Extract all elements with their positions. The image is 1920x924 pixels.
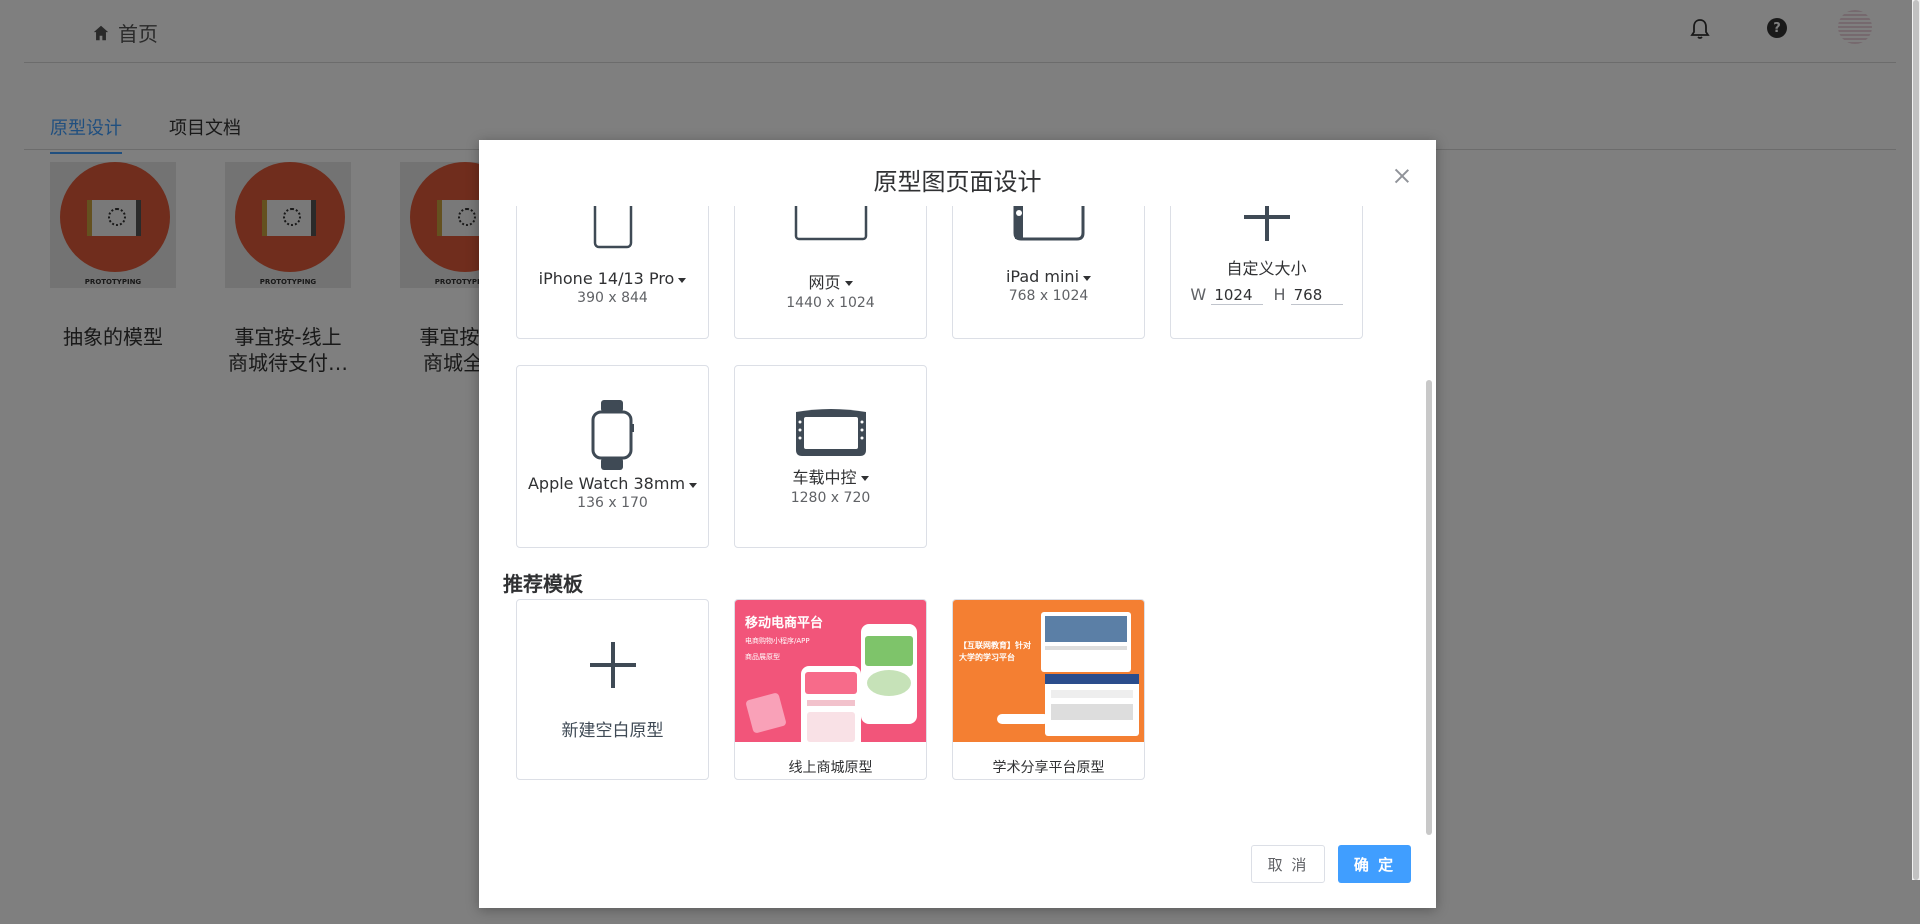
phone-mockup (801, 666, 861, 742)
confirm-button[interactable]: 确 定 (1338, 845, 1411, 883)
dialog-scrollbar[interactable] (1426, 380, 1432, 835)
device-name: 自定义大小 (1226, 259, 1307, 278)
custom-size-inputs: W 1024 H 768 (1171, 285, 1362, 305)
banner-title: 移动电商平台 (745, 616, 824, 631)
device-card-car[interactable]: 车载中控 1280 x 720 (734, 365, 927, 548)
banner-subtitle: 大学的学习平台 (959, 653, 1015, 662)
template-preview: 移动电商平台 电商购物小程序/APP 商品展原型 (735, 600, 926, 742)
chevron-down-icon[interactable] (860, 475, 869, 481)
device-size: 136 x 170 (577, 495, 648, 511)
device-size: 768 x 1024 (1008, 288, 1089, 304)
car-screen-icon (795, 409, 866, 456)
device-card-ipad[interactable]: iPad mini 768 x 1024 (952, 206, 1145, 339)
banner-title: 【互联网教育】针对 (959, 641, 1031, 650)
device-card-custom[interactable]: 自定义大小 W 1024 H 768 (1170, 206, 1363, 339)
template-preview: 【互联网教育】针对 大学的学习平台 (953, 600, 1144, 742)
width-input[interactable]: 1024 (1211, 286, 1264, 305)
pill-bar (997, 714, 1049, 724)
height-input[interactable]: 768 (1290, 286, 1343, 305)
device-card-iphone[interactable]: iPhone 14/13 Pro 390 x 844 (516, 206, 709, 339)
template-label: 新建空白原型 (561, 721, 664, 741)
phone-mockup (861, 624, 917, 724)
template-card-academic[interactable]: 【互联网教育】针对 大学的学习平台 学术分享平台原型 (952, 599, 1145, 780)
page-scrollbar[interactable] (1912, 0, 1920, 880)
phone-icon (593, 206, 632, 249)
plus-icon (589, 642, 636, 688)
device-name: iPad mini (1005, 267, 1080, 286)
height-label: H (1273, 285, 1286, 304)
device-size: 1280 x 720 (790, 490, 871, 506)
device-size: 390 x 844 (577, 290, 648, 306)
chevron-down-icon[interactable] (844, 280, 853, 286)
web-mockup (1041, 612, 1131, 672)
chevron-down-icon[interactable] (689, 483, 698, 488)
templates-section-title: 推荐模板 (503, 572, 583, 596)
dialog-body: iPhone 14/13 Pro 390 x 844 网页 1440 x 102… (479, 206, 1419, 806)
banner-subtitle: 电商购物小程序/APP (745, 637, 810, 645)
web-mockup (1045, 674, 1139, 736)
template-label: 线上商城原型 (788, 760, 873, 776)
width-label: W (1190, 285, 1207, 304)
gift-icon (745, 692, 787, 734)
plus-icon (1243, 206, 1290, 241)
cancel-button[interactable]: 取 消 (1251, 845, 1325, 883)
chevron-down-icon[interactable] (678, 278, 687, 283)
device-name: 网页 (808, 273, 841, 292)
close-icon[interactable] (1392, 166, 1412, 186)
device-size: 1440 x 1024 (786, 295, 875, 311)
banner-subtitle: 商品展原型 (745, 653, 780, 661)
watch-icon (591, 400, 634, 470)
template-card-blank[interactable]: 新建空白原型 (516, 599, 709, 780)
template-label: 学术分享平台原型 (992, 760, 1105, 776)
chevron-down-icon[interactable] (1083, 276, 1092, 281)
tablet-icon (1013, 206, 1084, 241)
template-card-mall[interactable]: 移动电商平台 电商购物小程序/APP 商品展原型 线上商城原型 (734, 599, 927, 780)
device-card-web[interactable]: 网页 1440 x 1024 (734, 206, 927, 339)
device-name: 车载中控 (792, 468, 857, 487)
device-name: iPhone 14/13 Pro (538, 269, 675, 288)
dialog-title: 原型图页面设计 (873, 168, 1042, 196)
device-name: Apple Watch 38mm (527, 474, 686, 493)
page-design-dialog: 原型图页面设计 iPhone 14/13 Pro 390 x 844 网页 14… (479, 140, 1436, 908)
device-card-apple-watch[interactable]: Apple Watch 38mm 136 x 170 (516, 365, 709, 548)
monitor-icon (794, 206, 867, 241)
